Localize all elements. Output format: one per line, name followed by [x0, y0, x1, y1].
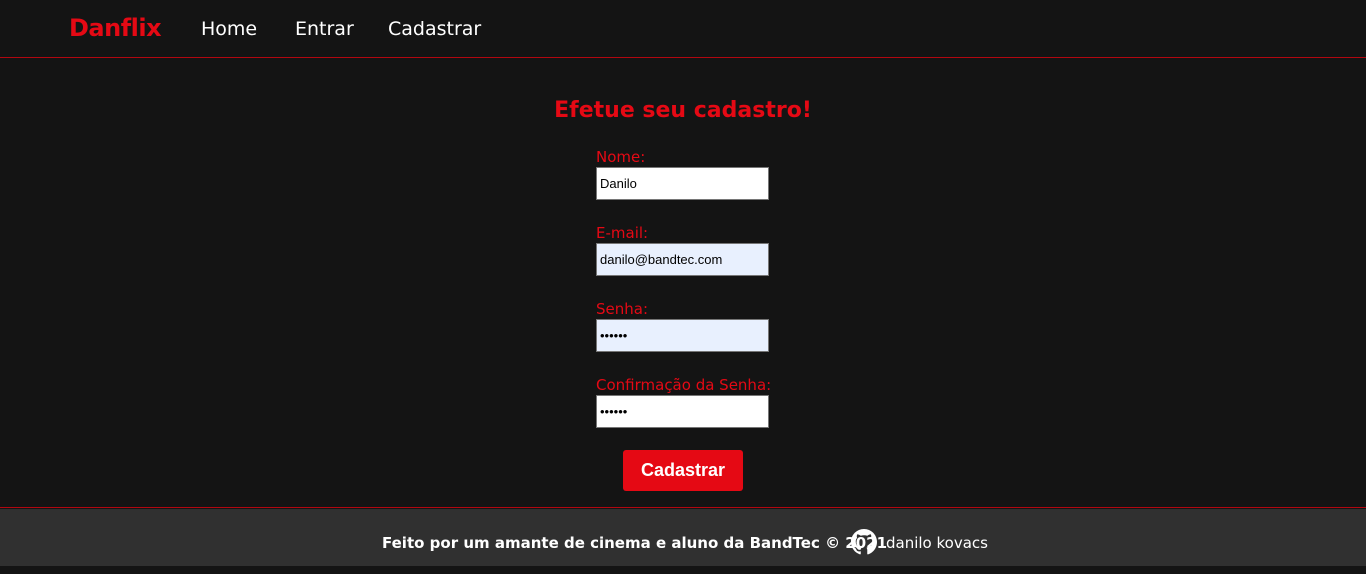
- password-label: Senha:: [596, 300, 649, 318]
- email-label: E-mail:: [596, 224, 649, 242]
- footer-text: Feito por um amante de cinema e aluno da…: [382, 534, 888, 552]
- page-bottom-strip: [0, 566, 1366, 574]
- nav-link-home[interactable]: Home: [201, 18, 257, 40]
- submit-button[interactable]: Cadastrar: [623, 450, 743, 491]
- navbar: Danflix Home Entrar Cadastrar: [0, 0, 1366, 58]
- confirm-password-label: Confirmação da Senha:: [596, 376, 772, 394]
- footer: Feito por um amante de cinema e aluno da…: [0, 509, 1366, 566]
- password-input[interactable]: ••••••: [596, 319, 769, 352]
- signup-section: Efetue seu cadastro! Nome: Danilo E-mail…: [0, 59, 1366, 508]
- confirm-password-input[interactable]: ••••••: [596, 395, 769, 428]
- nav-link-entrar[interactable]: Entrar: [295, 18, 354, 40]
- logo[interactable]: Danflix: [69, 14, 162, 42]
- footer-author-link[interactable]: danilo kovacs: [886, 534, 988, 552]
- name-label: Nome:: [596, 148, 646, 166]
- name-input[interactable]: Danilo: [596, 167, 769, 200]
- email-input[interactable]: danilo@bandtec.com: [596, 243, 769, 276]
- form-title: Efetue seu cadastro!: [554, 98, 812, 123]
- nav-link-cadastrar[interactable]: Cadastrar: [388, 18, 481, 40]
- github-icon[interactable]: [851, 529, 877, 555]
